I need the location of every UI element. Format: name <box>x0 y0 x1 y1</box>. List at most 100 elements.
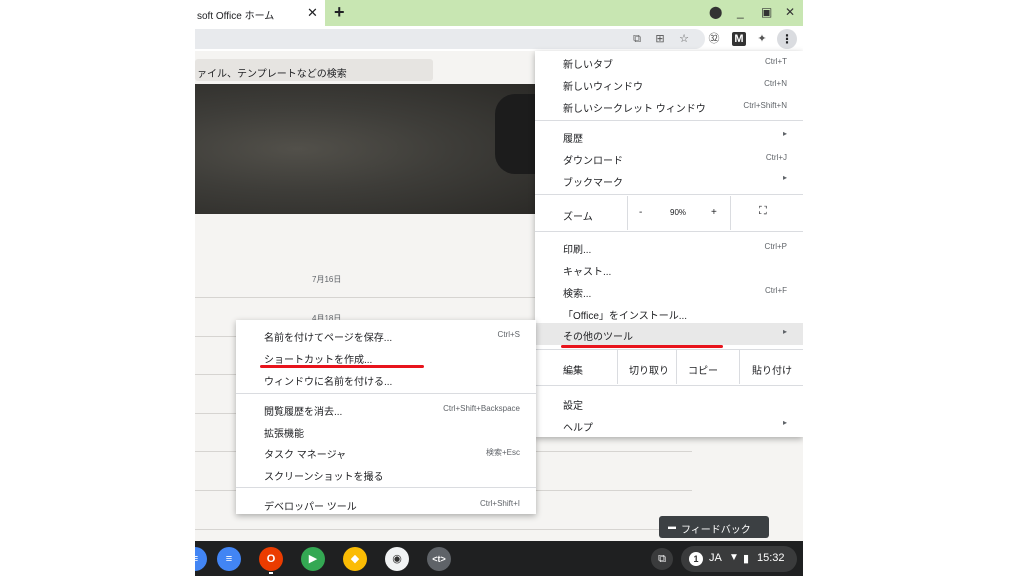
edit-divider <box>676 350 677 384</box>
menu-item-print[interactable]: 印刷... Ctrl+P <box>535 236 803 257</box>
menu-shortcut: Ctrl+Shift+N <box>743 101 787 110</box>
feedback-icon: ▬ <box>668 522 676 531</box>
menu-shortcut: Ctrl+S <box>497 330 520 339</box>
menu-item-new-window[interactable]: 新しいウィンドウ Ctrl+N <box>535 73 803 94</box>
menu-item-help[interactable]: ヘルプ ▸ <box>535 414 803 435</box>
submenu-item-task-manager[interactable]: タスク マネージャ 検索+Esc <box>236 441 536 462</box>
submenu-item-create-shortcut[interactable]: ショートカットを作成... <box>236 346 536 367</box>
install-app-icon[interactable]: ⊞ <box>653 32 667 46</box>
feedback-tooltip[interactable]: ▬ フィードバック <box>659 516 769 538</box>
menu-separator <box>535 231 803 232</box>
copy-button[interactable]: コピー <box>688 362 718 377</box>
menu-label: 検索... <box>563 289 592 300</box>
close-window-button[interactable]: ✕ <box>785 5 795 19</box>
menu-shortcut: Ctrl+F <box>765 286 787 295</box>
search-input[interactable]: ァイル、テンプレートなどの検索 <box>195 59 433 81</box>
search-placeholder: ァイル、テンプレートなどの検索 <box>197 69 347 80</box>
docs-app-icon[interactable]: ≡ <box>217 547 241 571</box>
zoom-label: ズーム <box>563 212 593 223</box>
terminal-app-icon[interactable]: <t> <box>427 547 451 571</box>
menu-label: 新しいシークレット ウィンドウ <box>563 104 706 115</box>
keep-app-icon[interactable]: ◆ <box>343 547 367 571</box>
zoom-divider <box>627 196 628 230</box>
menu-separator <box>236 487 536 488</box>
menu-label: 履歴 <box>563 134 583 145</box>
new-tab-button[interactable]: + <box>334 2 345 23</box>
submenu-item-save-page[interactable]: 名前を付けてページを保存... Ctrl+S <box>236 324 536 345</box>
menu-item-history[interactable]: 履歴 ▸ <box>535 125 803 146</box>
menu-label: その他のツール <box>563 332 633 343</box>
menu-item-find[interactable]: 検索... Ctrl+F <box>535 280 803 301</box>
menu-label: スクリーンショットを撮る <box>264 472 384 483</box>
running-indicator <box>269 572 273 574</box>
menu-label: キャスト... <box>563 267 612 278</box>
extension-calendar-icon[interactable]: ㉜ <box>707 32 721 46</box>
browser-tab[interactable]: soft Office ホーム ✕ <box>195 0 325 26</box>
holding-space-icon[interactable]: ⧉ <box>651 548 673 570</box>
menu-item-new-tab[interactable]: 新しいタブ Ctrl+T <box>535 51 803 72</box>
menu-item-settings[interactable]: 設定 <box>535 392 803 413</box>
menu-item-bookmarks[interactable]: ブックマーク ▸ <box>535 169 803 190</box>
browser-toolbar: ⧉ ⊞ ☆ ㉜ M ✦ ⋮ <box>195 26 803 51</box>
menu-label: ショートカットを作成... <box>264 355 373 366</box>
chrome-main-menu: 新しいタブ Ctrl+T 新しいウィンドウ Ctrl+N 新しいシークレット ウ… <box>535 51 803 437</box>
chromeos-screen: soft Office ホーム ✕ + ⬤ _ ▣ ✕ ⧉ ⊞ ☆ ㉜ M ✦ … <box>195 0 803 576</box>
menu-item-incognito[interactable]: 新しいシークレット ウィンドウ Ctrl+Shift+N <box>535 95 803 116</box>
bookmark-star-icon[interactable]: ☆ <box>677 32 691 46</box>
submenu-item-name-window[interactable]: ウィンドウに名前を付ける... <box>236 368 536 389</box>
menu-shortcut: Ctrl+J <box>765 153 787 162</box>
menu-label: 新しいタブ <box>563 60 613 71</box>
tab-title: soft Office ホーム <box>197 11 275 22</box>
menu-item-cast[interactable]: キャスト... <box>535 258 803 279</box>
divider <box>195 529 692 530</box>
tab-close-icon[interactable]: ✕ <box>307 5 318 21</box>
menu-label: デベロッパー ツール <box>264 502 357 513</box>
menu-label: タスク マネージャ <box>264 450 347 461</box>
battery-icon: ▮ <box>743 553 750 565</box>
menu-item-install-app[interactable]: 「Office」をインストール... <box>535 302 803 323</box>
address-bar[interactable] <box>195 29 705 49</box>
submenu-arrow-icon: ▸ <box>782 129 787 138</box>
submenu-item-devtools[interactable]: デベロッパー ツール Ctrl+Shift+I <box>236 493 536 514</box>
submenu-arrow-icon: ▸ <box>782 173 787 182</box>
open-in-app-icon[interactable]: ⧉ <box>630 32 644 46</box>
wifi-icon: ▼ <box>729 552 739 563</box>
annotation-underline <box>260 365 424 368</box>
submenu-item-screenshot[interactable]: スクリーンショットを撮る <box>236 463 536 484</box>
extension-mail-icon[interactable]: M <box>732 32 746 46</box>
play-store-icon[interactable]: ▶ <box>301 547 325 571</box>
notification-count-icon: 1 <box>689 552 703 566</box>
submenu-arrow-icon: ▸ <box>782 327 787 336</box>
cut-button[interactable]: 切り取り <box>629 362 669 377</box>
menu-label: ダウンロード <box>563 156 623 167</box>
file-date: 7月16日 <box>312 275 342 284</box>
chrome-menu-button[interactable]: ⋮ <box>777 29 797 49</box>
menu-item-downloads[interactable]: ダウンロード Ctrl+J <box>535 147 803 168</box>
profile-icon[interactable]: ⬤ <box>709 5 722 19</box>
menu-label: ウィンドウに名前を付ける... <box>264 377 393 388</box>
annotation-underline <box>561 345 723 348</box>
restore-button[interactable]: ▣ <box>761 5 772 19</box>
minimize-button[interactable]: _ <box>737 5 744 19</box>
office-app-icon[interactable]: O <box>259 547 283 571</box>
clock-time: 15:32 <box>757 552 785 564</box>
menu-label: 名前を付けてページを保存... <box>264 333 393 344</box>
fullscreen-icon[interactable]: ⛶ <box>759 205 767 218</box>
menu-label: ヘルプ <box>563 423 593 434</box>
status-area[interactable]: 1 JA ▼ ▮ 15:32 <box>681 546 797 572</box>
more-tools-submenu: 名前を付けてページを保存... Ctrl+S ショートカットを作成... ウィン… <box>236 320 536 514</box>
sheets-app-icon[interactable]: ◉ <box>385 547 409 571</box>
submenu-item-extensions[interactable]: 拡張機能 <box>236 420 536 441</box>
edit-label: 編集 <box>563 366 583 377</box>
extensions-puzzle-icon[interactable]: ✦ <box>755 32 769 46</box>
submenu-item-clear-browsing-data[interactable]: 閲覧履歴を消去... Ctrl+Shift+Backspace <box>236 398 536 419</box>
menu-shortcut: Ctrl+N <box>764 79 787 88</box>
menu-label: 設定 <box>563 401 583 412</box>
menu-shortcut: Ctrl+Shift+I <box>479 499 520 508</box>
feedback-label: フィードバック <box>681 525 751 536</box>
paste-button[interactable]: 貼り付け <box>752 362 792 377</box>
zoom-in-button[interactable]: + <box>711 207 717 218</box>
menu-label: 閲覧履歴を消去... <box>264 407 343 418</box>
zoom-out-button[interactable]: - <box>639 207 642 218</box>
menu-item-more-tools[interactable]: その他のツール ▸ <box>535 323 803 345</box>
